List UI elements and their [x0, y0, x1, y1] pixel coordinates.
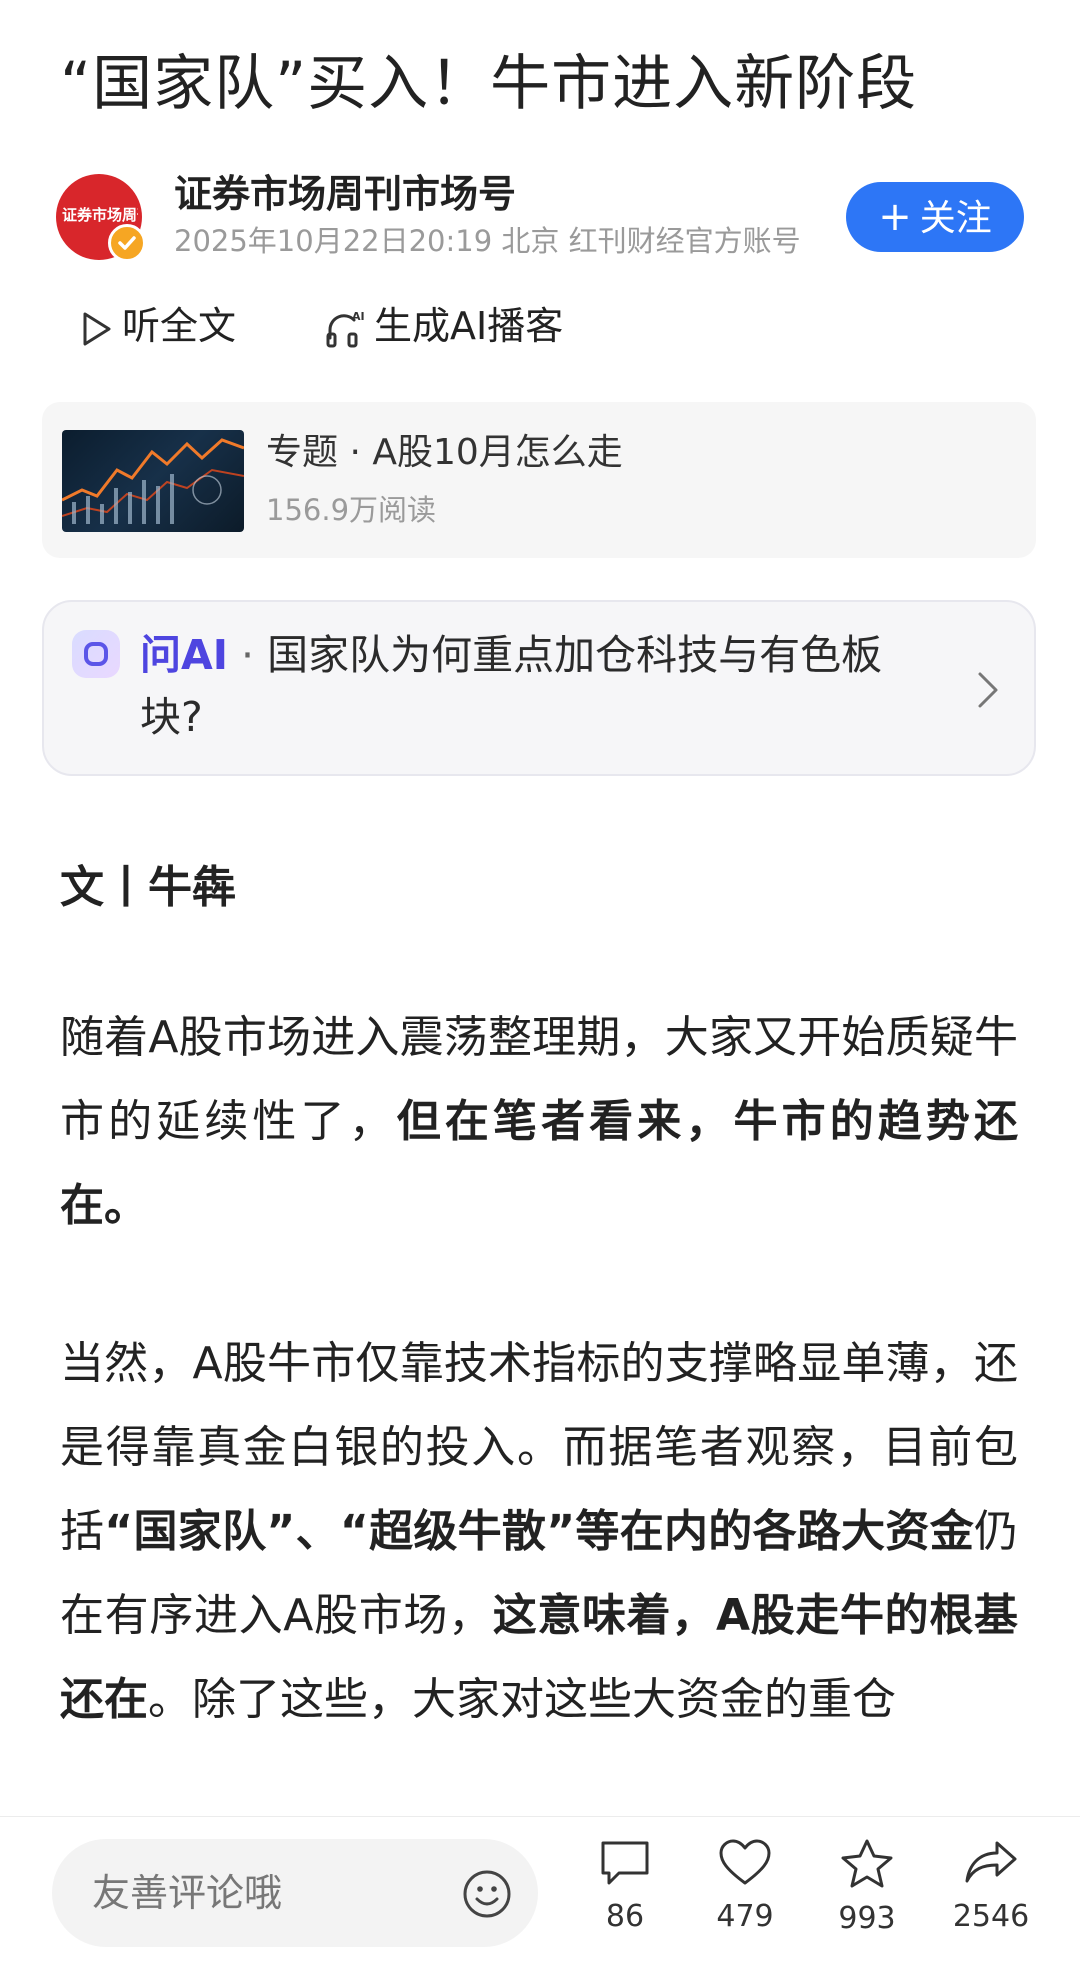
play-icon — [83, 312, 111, 345]
article-title: “国家队”买入！牛市进入新阶段 — [60, 49, 918, 119]
share-icon — [965, 1841, 1017, 1883]
comment-button[interactable]: 86 — [570, 1837, 680, 1937]
audio-actions: 听全文 AI 生成AI播客 — [80, 296, 780, 356]
podcast-label: 生成AI播客 — [374, 304, 564, 348]
comment-count: 86 — [605, 1899, 645, 1934]
listen-label: 听全文 — [122, 304, 237, 348]
comment-icon — [601, 1841, 649, 1885]
article-paragraph-2: 当然，A股牛市仅靠技术指标的支撑略显单薄，还是得靠真金白银的投入。而据笔者观察，… — [60, 1322, 1018, 1742]
comment-placeholder: 友善评论哦 — [92, 1871, 283, 1915]
share-count: 2546 — [952, 1899, 1030, 1934]
chevron-right-icon — [978, 672, 998, 708]
paragraph-2-bold-1: “国家队”、“超级牛散”等在内的各路大资金 — [104, 1506, 975, 1557]
paragraph-2-text-3: 。除了这些，大家对这些大资金的重仓 — [148, 1674, 896, 1725]
ask-ai-text: 问AI · 国家队为何重点加仓科技与有色板块? — [140, 624, 940, 748]
svg-text:AI: AI — [352, 310, 365, 323]
share-button[interactable]: 2546 — [936, 1837, 1046, 1937]
topic-card[interactable]: 专题 · A股10月怎么走 156.9万阅读 — [42, 402, 1036, 558]
like-count: 479 — [716, 1899, 774, 1934]
ask-ai-label: 问AI — [140, 631, 228, 679]
topic-read-count: 156.9万阅读 — [266, 493, 437, 527]
article-paragraph-1: 随着A股市场进入震荡整理期，大家又开始质疑牛市的延续性了，但在笔者看来，牛市的趋… — [60, 996, 1018, 1248]
publish-meta: 2025年10月22日20:19 北京 红刊财经官方账号 — [174, 224, 801, 258]
bottom-action-bar: 友善评论哦 86 479 993 2546 — [0, 1816, 1080, 1966]
verified-badge-icon — [108, 224, 146, 262]
author-name[interactable]: 证券市场周刊市场号 — [174, 170, 516, 218]
ask-ai-card[interactable]: 问AI · 国家队为何重点加仓科技与有色板块? — [42, 600, 1036, 776]
article-byline: 文丨牛犇 — [60, 862, 236, 913]
ai-assistant-icon — [72, 630, 120, 678]
favorite-count: 993 — [838, 1901, 896, 1936]
follow-label: 关注 — [919, 198, 992, 239]
star-icon — [841, 1839, 893, 1888]
headphones-ai-icon: AI — [326, 310, 365, 347]
comment-input[interactable]: 友善评论哦 — [52, 1839, 538, 1947]
listen-full-text-button[interactable]: 听全文 — [80, 296, 236, 356]
heart-icon — [719, 1839, 771, 1885]
author-row: 证券市场周刊 证券市场周刊市场号 2025年10月22日20:19 北京 红刊财… — [56, 170, 1024, 270]
plus-icon: + — [878, 194, 912, 240]
favorite-button[interactable]: 993 — [812, 1837, 922, 1939]
like-button[interactable]: 479 — [690, 1837, 800, 1937]
topic-thumbnail — [62, 430, 244, 532]
generate-ai-podcast-button[interactable]: AI 生成AI播客 — [324, 296, 563, 356]
avatar-logo-text: 证券市场周刊 — [62, 206, 138, 224]
emoji-icon[interactable] — [462, 1869, 512, 1919]
topic-title: 专题 · A股10月怎么走 — [266, 432, 623, 473]
ask-ai-separator: · — [228, 631, 268, 679]
follow-button[interactable]: + 关注 — [846, 182, 1024, 252]
author-avatar[interactable]: 证券市场周刊 — [56, 174, 146, 262]
